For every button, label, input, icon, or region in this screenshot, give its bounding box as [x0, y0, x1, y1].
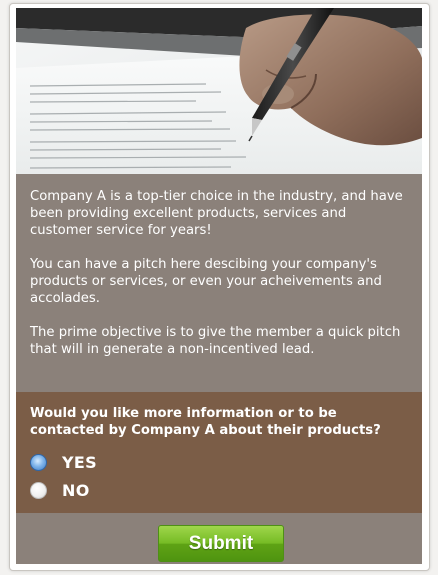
contact-question-panel: Would you like more information or to be… [16, 392, 422, 513]
form-footer: Submit [16, 513, 422, 564]
pitch-paragraph-3: The prime objective is to give the membe… [30, 325, 401, 357]
yes-radio-button[interactable] [30, 453, 47, 471]
yes-label: YES [62, 452, 97, 472]
lead-card-inner: Company A is a top-tier choice in the in… [16, 8, 422, 564]
contact-question-text: Would you like more information or to be… [30, 406, 381, 438]
hand-signing-document-illustration [16, 8, 422, 174]
pitch-paragraph-1: Company A is a top-tier choice in the in… [30, 189, 403, 238]
pitch-paragraph-2: You can have a pitch here descibing your… [30, 257, 382, 306]
hero-image [16, 8, 422, 174]
option-yes[interactable]: YES [30, 448, 408, 476]
pitch-text: Company A is a top-tier choice in the in… [16, 174, 422, 392]
no-radio-button[interactable] [30, 481, 47, 499]
submit-button[interactable]: Submit [158, 525, 284, 562]
no-label: NO [62, 480, 90, 500]
lead-card: Company A is a top-tier choice in the in… [9, 3, 430, 571]
option-no[interactable]: NO [30, 476, 408, 504]
